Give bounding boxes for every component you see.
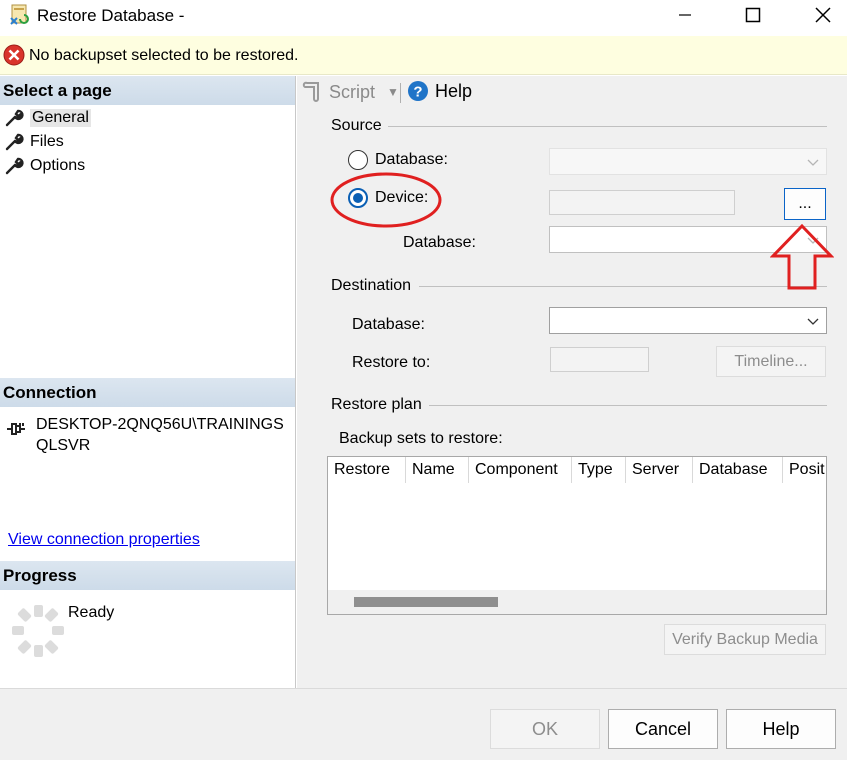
minimize-button[interactable] <box>662 0 708 30</box>
backup-sets-grid[interactable]: Restore Name Component Type Server Datab… <box>327 456 827 615</box>
view-connection-properties-link[interactable]: View connection properties <box>8 531 200 549</box>
restore-plan-divider <box>429 405 827 406</box>
progress-header: Progress <box>0 561 295 590</box>
general-page: Script ▼ ? Help Source Database: Device:… <box>297 76 847 688</box>
source-database-radio-label: Database: <box>375 151 448 168</box>
destination-group-label: Destination <box>331 277 412 294</box>
cancel-button-label: Cancel <box>634 718 692 739</box>
grid-horizontal-scrollbar[interactable] <box>328 590 826 614</box>
restore-database-icon <box>10 4 29 25</box>
cancel-button[interactable]: Cancel <box>608 709 718 749</box>
page-item-options[interactable]: Options <box>4 154 85 178</box>
destination-database-combo[interactable] <box>549 307 827 334</box>
verify-backup-media-button[interactable]: Verify Backup Media <box>664 624 826 655</box>
close-button[interactable] <box>800 0 846 30</box>
column-header-position[interactable]: Posit <box>783 457 826 483</box>
progress-status: Ready <box>68 604 115 621</box>
device-database-label: Database: <box>403 234 476 251</box>
window-title: Restore Database - <box>37 6 185 25</box>
svg-text:?: ? <box>413 84 422 101</box>
error-message: No backupset selected to be restored. <box>29 47 299 64</box>
close-icon <box>815 7 831 23</box>
grid-header: Restore Name Component Type Server Datab… <box>328 457 826 483</box>
minimize-icon <box>679 14 691 16</box>
ok-button-label: OK <box>531 718 558 739</box>
source-database-radio[interactable]: Database: <box>348 150 448 170</box>
destination-divider <box>419 286 827 287</box>
device-path-field[interactable] <box>549 190 735 215</box>
restore-to-field[interactable] <box>550 347 649 372</box>
title-bar: Restore Database - <box>0 0 847 34</box>
progress-spinner-icon <box>12 605 64 657</box>
timeline-button[interactable]: Timeline... <box>716 346 826 377</box>
plug-icon <box>7 423 25 435</box>
column-header-server[interactable]: Server <box>626 457 693 483</box>
restore-plan-group-label: Restore plan <box>331 396 422 413</box>
source-group-label: Source <box>331 117 382 134</box>
dialog-footer: OK Cancel Help <box>0 688 847 760</box>
left-pane: Select a page General Files Options Conn… <box>0 76 296 688</box>
page-item-label: General <box>30 109 91 127</box>
script-button[interactable]: Script ▼ <box>301 81 399 103</box>
help-icon: ? <box>408 81 428 101</box>
radio-unchecked-icon <box>348 150 368 170</box>
device-radio-label: Device: <box>375 189 429 206</box>
timeline-button-label: Timeline... <box>734 352 808 370</box>
column-header-database[interactable]: Database <box>693 457 783 483</box>
column-header-name[interactable]: Name <box>406 457 469 483</box>
radio-checked-icon <box>348 188 368 208</box>
browse-device-button[interactable]: ... <box>784 188 826 220</box>
select-page-header: Select a page <box>0 76 295 105</box>
browse-device-label: ... <box>798 195 812 212</box>
maximize-icon <box>745 7 761 23</box>
source-divider <box>388 126 827 127</box>
wrench-icon <box>5 133 24 151</box>
wrench-icon <box>5 109 24 127</box>
backup-sets-label: Backup sets to restore: <box>339 430 503 447</box>
chevron-down-icon <box>807 318 819 325</box>
device-radio[interactable]: Device: <box>348 188 428 208</box>
help-button[interactable]: Help <box>726 709 836 749</box>
toolbar: Script ▼ ? Help <box>297 76 847 110</box>
page-item-label: Options <box>30 157 86 174</box>
chevron-down-icon <box>807 237 819 244</box>
restore-to-label: Restore to: <box>352 354 431 371</box>
destination-database-label: Database: <box>352 316 425 333</box>
scrollbar-thumb[interactable] <box>354 597 498 607</box>
connection-server-name: DESKTOP-2QNQ56U\TRAININGSQLSVR <box>36 416 284 454</box>
column-header-component[interactable]: Component <box>469 457 572 483</box>
column-header-restore[interactable]: Restore <box>328 457 406 483</box>
page-item-general[interactable]: General <box>4 106 91 130</box>
error-banner: No backupset selected to be restored. <box>0 36 847 75</box>
wrench-icon <box>5 157 24 175</box>
script-icon <box>302 81 319 102</box>
chevron-down-icon: ▼ <box>387 85 399 99</box>
maximize-button[interactable] <box>730 0 776 30</box>
script-label: Script <box>329 81 376 102</box>
page-item-files[interactable]: Files <box>4 130 64 154</box>
help-label: Help <box>435 80 473 101</box>
device-database-combo[interactable] <box>549 226 827 253</box>
page-item-label: Files <box>30 133 64 150</box>
ok-button[interactable]: OK <box>490 709 600 749</box>
column-header-type[interactable]: Type <box>572 457 626 483</box>
chevron-down-icon <box>807 159 819 166</box>
toolbar-separator <box>400 83 401 103</box>
verify-backup-media-label: Verify Backup Media <box>672 630 818 648</box>
help-toolbar-button[interactable]: ? Help <box>407 80 472 102</box>
error-icon <box>3 44 25 66</box>
connection-header: Connection <box>0 378 295 407</box>
source-database-combo[interactable] <box>549 148 827 175</box>
help-button-label: Help <box>762 718 800 739</box>
